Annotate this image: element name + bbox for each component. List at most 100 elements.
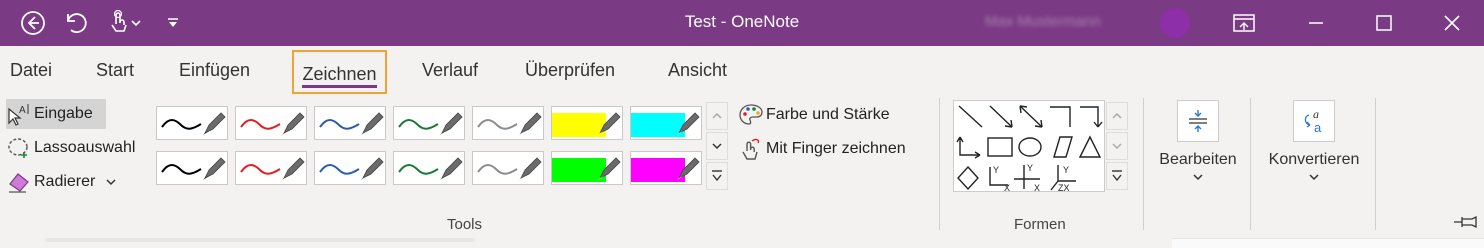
close-button[interactable] <box>1436 8 1468 38</box>
pen-swatch[interactable] <box>393 106 465 140</box>
double-arrow-shape-icon[interactable] <box>1019 105 1043 128</box>
pen-swatch[interactable] <box>156 151 228 185</box>
color-strength-button[interactable]: Farbe und Stärke <box>738 102 890 128</box>
svg-text:a: a <box>1314 120 1322 135</box>
pen-icon <box>398 112 463 135</box>
color-strength-label: Farbe und Stärke <box>766 106 890 123</box>
pen-icon <box>319 112 384 135</box>
line-shape-icon[interactable] <box>958 105 983 128</box>
svg-text:X: X <box>1034 183 1040 191</box>
minimize-button[interactable] <box>1300 8 1332 38</box>
triangle-shape-icon[interactable] <box>1078 135 1102 158</box>
pen-icon <box>240 157 305 180</box>
maximize-icon <box>1376 15 1392 31</box>
gallery-expand-icon <box>712 170 722 182</box>
cursor-text-icon: A <box>8 104 29 126</box>
tab-ansicht[interactable]: Ansicht <box>668 60 727 81</box>
highlighter-icon <box>552 112 621 137</box>
graph-axes-shape-icon[interactable]: YX <box>989 165 1010 193</box>
page-area-divider <box>45 238 475 242</box>
ellipse-shape-icon[interactable] <box>1018 137 1042 157</box>
3d-axes-shape-icon[interactable]: Y ZX <box>1050 165 1076 193</box>
chevron-up-icon <box>1112 112 1122 119</box>
gallery-scroll-up[interactable] <box>706 102 728 130</box>
rectangle-shape-icon[interactable] <box>987 137 1013 157</box>
active-tab-underline <box>302 85 377 88</box>
parallelogram-shape-icon[interactable] <box>1053 136 1073 158</box>
pen-icon <box>161 112 226 135</box>
user-name[interactable]: Max Mustermann <box>985 13 1101 30</box>
tab-einfuegen[interactable]: Einfügen <box>179 60 250 81</box>
pen-swatch[interactable] <box>235 151 307 185</box>
eraser-icon <box>9 173 29 193</box>
tab-zeichnen[interactable]: Zeichnen <box>292 50 387 94</box>
input-tool-label: Eingabe <box>34 105 93 122</box>
svg-text:ZX: ZX <box>1058 183 1070 191</box>
chevron-down-icon <box>1309 174 1319 181</box>
pen-swatch[interactable] <box>314 106 386 140</box>
tools-group-label: Tools <box>447 216 483 233</box>
eraser-button[interactable]: Radierer <box>6 167 117 197</box>
lasso-icon <box>8 138 28 158</box>
elbow-arrow-down-shape-icon[interactable] <box>1080 106 1103 128</box>
finger-draw-label: Mit Finger zeichnen <box>766 140 906 157</box>
close-icon <box>1444 15 1460 31</box>
tab-datei[interactable]: Datei <box>10 60 52 81</box>
pen-icon <box>240 112 305 135</box>
pen-swatch[interactable] <box>235 106 307 140</box>
convert-label: Konvertieren <box>1268 151 1360 168</box>
elbow-double-arrow-shape-icon[interactable] <box>956 136 981 159</box>
input-tool-button[interactable]: A Eingabe <box>6 99 106 129</box>
avatar[interactable] <box>1160 8 1190 38</box>
highlighter-swatch[interactable] <box>551 151 623 185</box>
pen-swatch[interactable] <box>393 151 465 185</box>
group-separator <box>1143 98 1144 230</box>
group-separator <box>1375 98 1376 230</box>
tab-start[interactable]: Start <box>96 60 134 81</box>
highlighter-swatch[interactable] <box>551 106 623 140</box>
pen-icon <box>161 157 226 180</box>
shapes-group-label: Formen <box>1014 216 1066 233</box>
gallery-scroll-down[interactable] <box>706 132 728 160</box>
pin-ribbon-button[interactable] <box>1452 214 1480 235</box>
maximize-button[interactable] <box>1368 8 1400 38</box>
pen-icon <box>477 157 542 180</box>
highlighter-icon <box>631 112 700 137</box>
pen-swatch[interactable] <box>472 151 544 185</box>
pen-swatch[interactable] <box>314 151 386 185</box>
cross-axes-shape-icon[interactable]: YX <box>1014 163 1040 193</box>
chevron-down-icon <box>1193 174 1203 181</box>
shapes-scroll-down[interactable] <box>1106 132 1128 160</box>
finger-draw-button[interactable]: Mit Finger zeichnen <box>738 136 906 162</box>
edit-button[interactable]: Bearbeiten <box>1154 100 1242 187</box>
ribbon-display-button[interactable] <box>1228 8 1260 38</box>
ribbon-tabs: Datei Start Einfügen Verlauf Überprüfen … <box>0 46 1484 96</box>
svg-text:Y: Y <box>1063 165 1069 175</box>
ribbon-display-icon <box>1233 14 1255 32</box>
pen-icon <box>319 157 384 180</box>
elbow-arrow-shape-icon[interactable] <box>1050 106 1071 127</box>
group-separator <box>1250 98 1251 230</box>
svg-text:Y: Y <box>1027 163 1033 173</box>
highlighter-swatch[interactable] <box>630 106 702 140</box>
edit-label: Bearbeiten <box>1159 151 1237 168</box>
svg-text:A: A <box>19 105 26 116</box>
tab-verlauf[interactable]: Verlauf <box>422 60 478 81</box>
diamond-shape-icon[interactable] <box>957 165 979 191</box>
highlighter-swatch[interactable] <box>630 151 702 185</box>
chevron-down-icon <box>1112 143 1122 150</box>
minimize-icon <box>1309 22 1323 24</box>
tab-ueberpruefen[interactable]: Überprüfen <box>525 60 615 81</box>
pen-swatch[interactable] <box>156 106 228 140</box>
lasso-select-button[interactable]: Lassoauswahl <box>6 133 135 163</box>
chevron-down-icon <box>712 143 722 150</box>
gallery-more-button[interactable] <box>706 162 728 190</box>
arrow-shape-icon[interactable] <box>989 105 1013 128</box>
pen-swatch[interactable] <box>472 106 544 140</box>
palette-icon <box>739 104 763 125</box>
highlighter-icon <box>552 157 621 182</box>
shapes-scroll-up[interactable] <box>1106 102 1128 130</box>
shapes-more-button[interactable] <box>1106 162 1128 190</box>
ink-to-text-icon: aa <box>1293 100 1335 142</box>
convert-button[interactable]: aa Konvertieren <box>1262 100 1366 187</box>
